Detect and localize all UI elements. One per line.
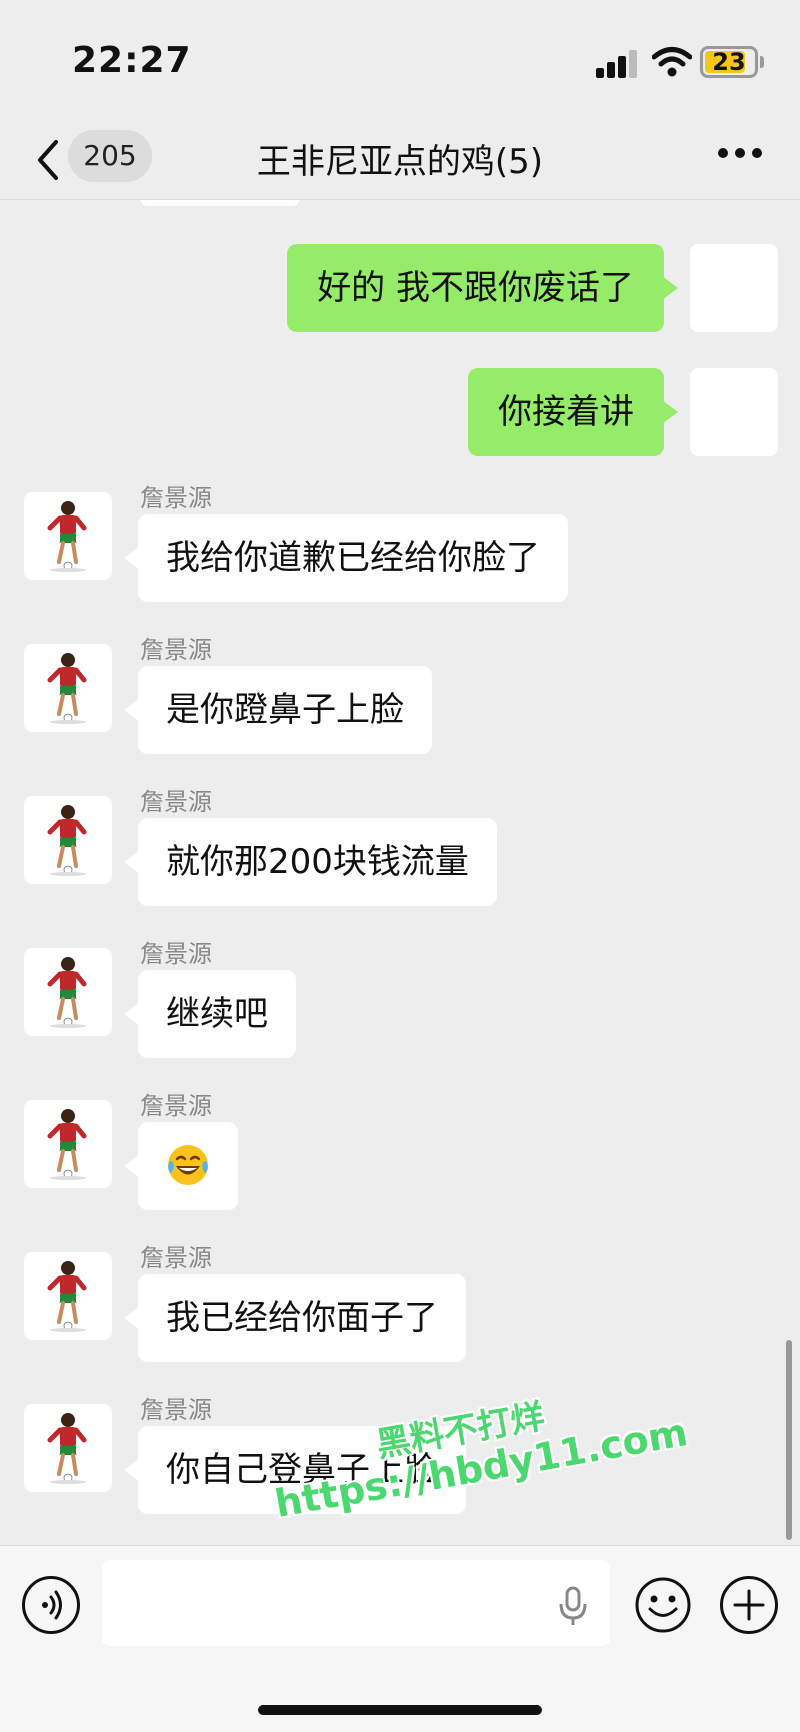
soccer-player-avatar-icon [47, 1109, 87, 1180]
message-text-input[interactable] [102, 1560, 610, 1646]
more-options-icon[interactable] [718, 148, 762, 160]
sender-name: 詹景源 [140, 636, 212, 664]
scrollbar[interactable] [786, 1340, 792, 1540]
chat-title: 王非尼亚点的鸡(5) [256, 142, 544, 182]
incoming-message: 詹景源 你自己登鼻子上脸 [24, 1394, 784, 1524]
cellular-signal-icon [596, 50, 638, 78]
message-input-bar [0, 1545, 800, 1732]
sender-avatar[interactable] [24, 1404, 112, 1492]
sender-name: 詹景源 [140, 1396, 212, 1424]
incoming-message: 詹景源 继续吧 [24, 938, 784, 1068]
incoming-message-bubble[interactable]: 我已经给你面子了 [124, 1274, 466, 1362]
unread-count-badge[interactable]: 205 [68, 130, 152, 182]
soccer-player-avatar-icon [47, 957, 87, 1028]
battery-level: 23 [712, 48, 746, 76]
incoming-message: 詹景源 我已经给你面子了 [24, 1242, 784, 1372]
home-indicator[interactable] [258, 1705, 542, 1715]
sender-name: 詹景源 [140, 940, 212, 968]
sender-name: 詹景源 [140, 788, 212, 816]
voice-wave-icon [42, 1590, 62, 1620]
chat-message-list[interactable]: 好的 我不跟你废话了 你接着讲 詹景源 我给你道歉已经给你脸了 詹景源 是你蹬鼻… [0, 200, 800, 1545]
emoji-picker-icon[interactable] [634, 1576, 692, 1634]
outgoing-message: 你接着讲 [278, 368, 778, 456]
wifi-icon [652, 47, 692, 77]
sender-avatar[interactable] [24, 492, 112, 580]
incoming-message: 詹景源 就你那200块钱流量 [24, 786, 784, 916]
incoming-message-bubble[interactable]: 就你那200块钱流量 [124, 818, 497, 906]
incoming-message: 詹景源 是你蹬鼻子上脸 [24, 634, 784, 764]
sender-avatar[interactable] [24, 948, 112, 1036]
soccer-player-avatar-icon [47, 501, 87, 572]
incoming-message: 詹景源 我给你道歉已经给你脸了 [24, 482, 784, 612]
sender-avatar[interactable] [24, 796, 112, 884]
soccer-player-avatar-icon [47, 1261, 87, 1332]
status-time: 22:27 [72, 40, 192, 81]
outgoing-message-bubble[interactable]: 好的 我不跟你废话了 [287, 244, 678, 332]
soccer-player-avatar-icon [47, 805, 87, 876]
incoming-message-bubble[interactable]: 继续吧 [124, 970, 296, 1058]
incoming-message: 詹景源 [24, 1090, 784, 1220]
voice-mode-button[interactable] [22, 1576, 80, 1634]
battery-indicator: 23 [700, 46, 758, 78]
previous-message-bubble [140, 200, 300, 206]
chat-header: 205 王非尼亚点的鸡(5) [0, 120, 800, 200]
sender-avatar[interactable] [24, 1100, 112, 1188]
incoming-message-bubble[interactable]: 是你蹬鼻子上脸 [124, 666, 432, 754]
plus-icon [733, 1589, 765, 1621]
sender-avatar[interactable] [24, 1252, 112, 1340]
self-avatar[interactable] [690, 368, 778, 456]
incoming-message-bubble[interactable]: 你自己登鼻子上脸 [124, 1426, 466, 1514]
status-bar: 22:27 23 [0, 0, 800, 120]
back-chevron-icon[interactable] [30, 136, 70, 184]
sender-name: 詹景源 [140, 1244, 212, 1272]
more-functions-button[interactable] [720, 1576, 778, 1634]
incoming-message-bubble[interactable]: 我给你道歉已经给你脸了 [124, 514, 568, 602]
battery-tip [760, 56, 764, 68]
microphone-icon[interactable] [556, 1586, 590, 1626]
laughing-with-tears-emoji-icon [168, 1144, 208, 1185]
sender-name: 詹景源 [140, 1092, 212, 1120]
outgoing-message: 好的 我不跟你废话了 [278, 244, 778, 332]
sender-avatar[interactable] [24, 644, 112, 732]
soccer-player-avatar-icon [47, 653, 87, 724]
outgoing-message-bubble[interactable]: 你接着讲 [468, 368, 678, 456]
sender-name: 詹景源 [140, 484, 212, 512]
self-avatar[interactable] [690, 244, 778, 332]
soccer-player-avatar-icon [47, 1413, 87, 1484]
incoming-emoji-bubble[interactable] [124, 1122, 238, 1210]
